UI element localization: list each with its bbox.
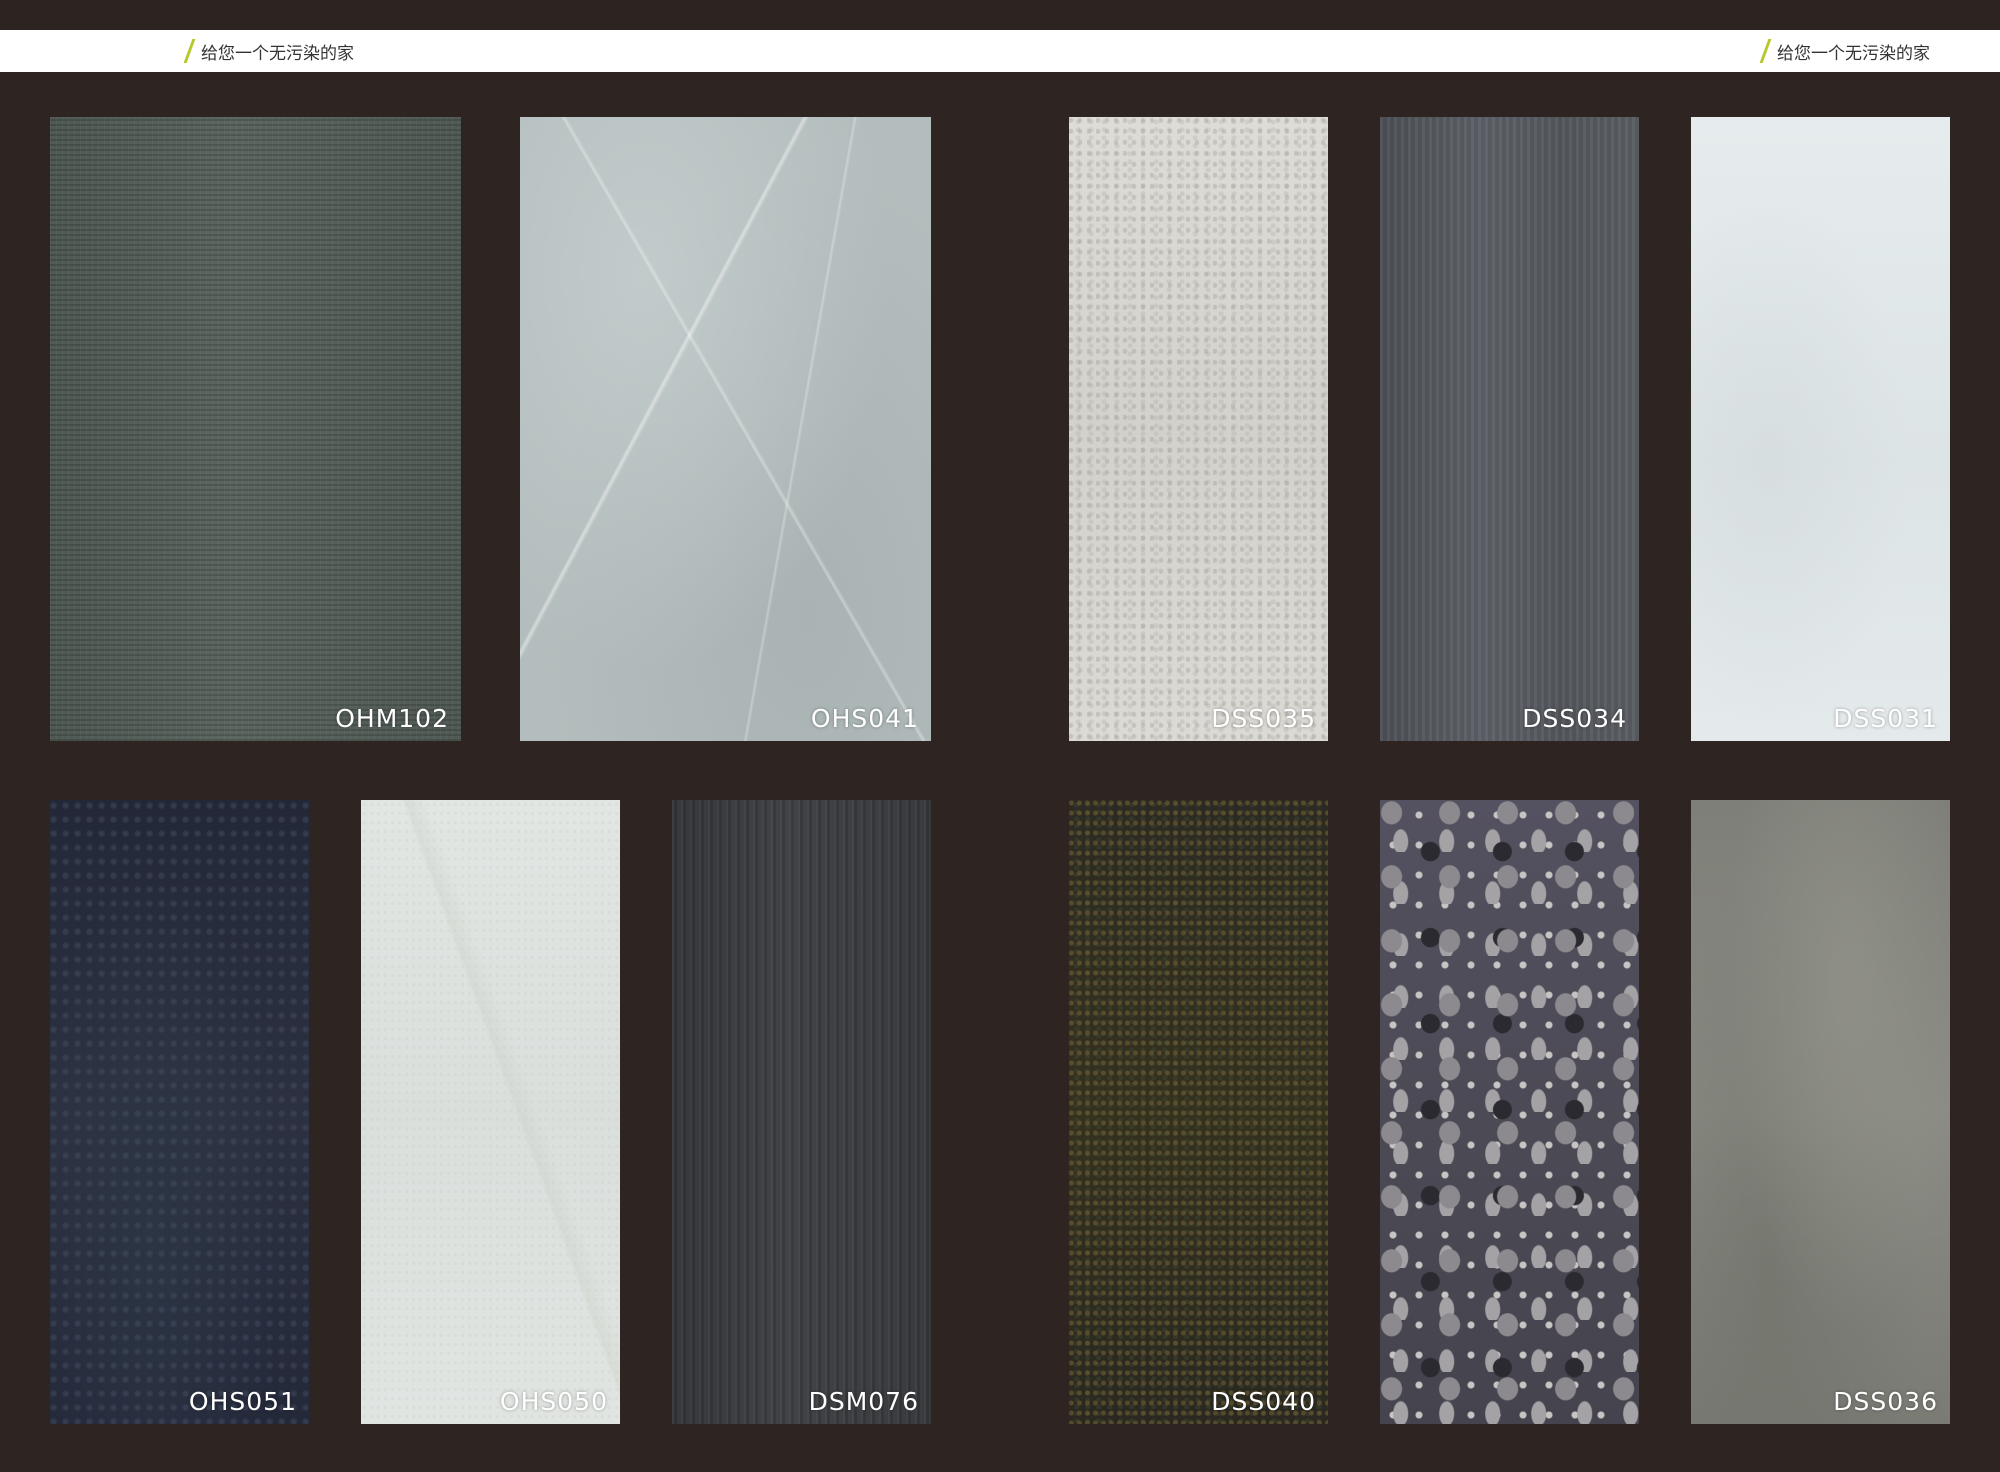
swatch-code: DSM076 (808, 1387, 919, 1416)
swatch-dss040: DSS040 (1069, 800, 1328, 1424)
header-tagline-right: 给您一个无污染的家 (1759, 38, 1930, 64)
swatch-ohm102: OHM102 (50, 117, 461, 741)
swatch-code: OHS041 (810, 704, 919, 733)
tagline-text: 给您一个无污染的家 (201, 43, 354, 64)
swatch-terrazzo (1380, 800, 1639, 1424)
swatch-ohs041: OHS041 (520, 117, 931, 741)
swatch-code: OHM102 (335, 704, 449, 733)
swatch-dss035: DSS035 (1069, 117, 1328, 741)
top-dark-band (0, 0, 2000, 30)
swatch-dss036: DSS036 (1691, 800, 1950, 1424)
swatch-code: DSS036 (1833, 1387, 1938, 1416)
swatch-dsm076: DSM076 (672, 800, 931, 1424)
swatch-code: DSS031 (1833, 704, 1938, 733)
swatch-code: DSS034 (1522, 704, 1627, 733)
swatch-code: OHS051 (188, 1387, 297, 1416)
swatch-dss031: DSS031 (1691, 117, 1950, 741)
swatch-ohs050: OHS050 (361, 800, 620, 1424)
swatch-code: DSS035 (1211, 704, 1316, 733)
swatch-code: DSS040 (1211, 1387, 1316, 1416)
tagline-text: 给您一个无污染的家 (1777, 43, 1930, 64)
header-tagline-left: 给您一个无污染的家 (183, 38, 354, 64)
swatch-dss034: DSS034 (1380, 117, 1639, 741)
swatch-ohs051: OHS051 (50, 800, 309, 1424)
swatch-code: OHS050 (499, 1387, 608, 1416)
